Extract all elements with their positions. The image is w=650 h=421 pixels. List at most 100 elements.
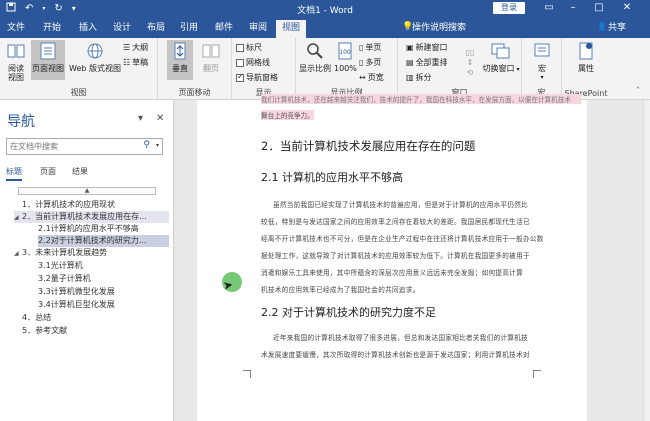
zoom-button[interactable]: 显示比例 (298, 42, 332, 73)
nav-tab-headings[interactable]: 标题 (6, 166, 22, 181)
arrange-all-icon: ▤ (406, 58, 414, 67)
web-layout-button[interactable]: Web 版式视图 (68, 42, 122, 73)
nav-heading-item[interactable]: 1．计算机技术的应用现状 (14, 199, 169, 211)
doc-paragraph-line: 据处理工作，这就导致了对计算机技术的应用效率较为低下。计算机在我国更多的被用于 (261, 252, 530, 260)
outline-icon: ☰ (123, 43, 131, 52)
doc-paragraph-fragment: 舞台上的竞争力。 (261, 110, 314, 120)
nav-search-input[interactable]: 在文档中搜索 ⚲ ▾ (6, 138, 163, 155)
arrange-all-button[interactable]: ▤ 全部重排 (406, 58, 448, 68)
nav-heading-item[interactable]: ◢ 3．未来计算机发展趋势 (14, 247, 169, 259)
gridlines-check-icon[interactable] (236, 59, 244, 67)
undo-dropdown-icon[interactable]: ▾ (42, 5, 45, 12)
ribbon: 阅读视图 页面视图 Web 版式视图 ☰ 大纲 ☷ 草稿 视图 垂直 翻页 页面… (0, 38, 650, 100)
nav-pane-checkbox[interactable]: 导航窗格 (236, 72, 278, 83)
zoom-100-button[interactable]: 100 100% (334, 42, 357, 73)
collapse-triangle-icon: ◢ (14, 250, 19, 257)
collapse-ribbon-icon[interactable]: ˄ (636, 86, 640, 95)
read-mode-button[interactable]: 阅读视图 (3, 42, 29, 82)
doc-heading-2: 2．当前计算机技术发展应用在存在的问题 (261, 139, 476, 153)
page-width-button[interactable]: ↔ 页宽 (359, 73, 384, 83)
tab-references[interactable]: 引用 (175, 20, 203, 38)
nav-tab-results[interactable]: 结果 (72, 166, 88, 177)
nav-heading-item[interactable]: 5．参考文献 (14, 325, 169, 337)
reset-window-icon: ⟲ (466, 68, 474, 77)
doc-paragraph-fragment: 我们计算机技术，还在越来越关注我们，技术的提升了，我国在科技水平，在发展方面，以… (261, 94, 581, 104)
nav-heading-item[interactable]: 2.1计算机的应用水平不够高 (38, 223, 169, 235)
ruler-checkbox[interactable]: 标尺 (236, 43, 262, 53)
doc-heading-2-1: 2.1 计算机的应用水平不够高 (261, 171, 403, 184)
search-dropdown-icon[interactable]: ▾ (156, 142, 159, 149)
macros-button[interactable]: 宏 ▾ (530, 42, 554, 82)
tab-layout[interactable]: 布局 (142, 20, 170, 38)
tab-home[interactable]: 开始 (38, 20, 66, 38)
side-to-side-button[interactable]: 翻页 (198, 42, 224, 73)
margin-corner-mark (533, 370, 541, 378)
macros-icon (530, 42, 554, 62)
nav-heading-item[interactable]: ◢ 2．当前计算机技术发展应用在存... (14, 211, 169, 223)
undo-icon[interactable]: ↶ (25, 3, 33, 14)
ribbon-display-options-icon[interactable]: ▭ (538, 0, 560, 17)
doc-paragraph-line: 虽然当前我国已经实现了计算机技术的普遍应用，但是对于计算机的应用水平仍然比 (273, 201, 529, 209)
group-window: ▣ 新建窗口 ▤ 全部重排 ▥ 拆分 ▯▯ ⇕ ⟲ 切换窗口 ▾ 窗口 (398, 38, 522, 100)
document-page[interactable]: 我们计算机技术，还在越来越关注我们，技术的提升了，我国在科技水平，在发展方面，以… (197, 94, 587, 421)
tab-insert[interactable]: 插入 (74, 20, 102, 38)
collapse-triangle-icon: ◢ (14, 214, 19, 221)
nav-heading-item[interactable]: 3.4计算机巨型化发展 (38, 299, 169, 311)
new-window-button[interactable]: ▣ 新建窗口 (406, 43, 448, 53)
side-by-side-tools[interactable]: ▯▯ ⇕ ⟲ (464, 48, 476, 78)
share-button[interactable]: 共享 (608, 20, 626, 36)
split-button[interactable]: ▥ 拆分 (406, 73, 432, 83)
nav-heading-item[interactable]: 4．总结 (14, 312, 169, 324)
group-sharepoint: 属性 SharePoint (562, 38, 610, 100)
margin-corner-mark (243, 370, 251, 378)
outline-button[interactable]: ☰ 大纲 (123, 43, 148, 53)
tab-design[interactable]: 设计 (108, 20, 136, 38)
tell-me-search[interactable]: 操作说明搜索 (412, 20, 466, 36)
tab-file[interactable]: 文件 (2, 20, 30, 38)
magnifier-icon (298, 42, 332, 62)
redo-icon[interactable]: ↻ (54, 3, 62, 14)
group-view-label: 视图 (70, 88, 87, 97)
nav-heading-item[interactable]: 3.1光计算机 (38, 260, 169, 272)
login-button[interactable]: 登录 (493, 2, 525, 14)
customize-icon[interactable]: ▾ (72, 4, 76, 13)
save-icon[interactable] (6, 2, 16, 15)
maximize-icon[interactable]: □ (588, 0, 610, 17)
multiple-pages-icon: ▯ (359, 58, 364, 67)
draft-icon: ☷ (123, 58, 131, 67)
minimize-icon[interactable]: – (562, 0, 584, 17)
nav-heading-item[interactable]: 3.3计算机微型化发展 (38, 286, 169, 298)
group-macros: 宏 ▾ 宏 (522, 38, 562, 100)
one-page-button[interactable]: ▯ 单页 (359, 43, 381, 53)
title-bar: ↶ ▾ ↻ ▾ 文档1 - Word 登录 ▭ – □ ✕ (0, 0, 650, 17)
properties-button[interactable]: 属性 (574, 42, 598, 73)
ruler-check-icon[interactable] (236, 44, 244, 52)
switch-windows-button[interactable]: 切换窗口 ▾ (482, 42, 520, 74)
tab-mailings[interactable]: 邮件 (210, 20, 238, 38)
tab-view[interactable]: 视图 (276, 20, 306, 38)
nav-heading-item[interactable]: 2.2对于计算机技术的研究力... (38, 235, 169, 247)
nav-pane-check-icon[interactable] (236, 72, 244, 82)
doc-paragraph-line: 术发展速度要缓慢，其次所取得的计算机技术创新也是源于发达国家；利用计算机技术对 (261, 351, 530, 359)
nav-pane-options-icon[interactable]: ▾ (138, 113, 143, 124)
page-width-icon: ↔ (359, 73, 366, 82)
close-icon[interactable]: ✕ (616, 0, 638, 17)
search-icon[interactable]: ⚲ (143, 140, 150, 150)
nav-scroll-up-icon[interactable]: ▲ (18, 187, 156, 195)
print-layout-button[interactable]: 页面视图 (31, 40, 65, 80)
navigation-pane: 导航 ▾ ✕ 在文档中搜索 ⚲ ▾ 标题 页面 结果 ▲ 1．计算机技术的应用现… (0, 100, 174, 421)
draft-button[interactable]: ☷ 草稿 (123, 58, 148, 68)
nav-tab-pages[interactable]: 页面 (40, 166, 56, 177)
doc-paragraph-line: 较低，特别是与发达国家之间的应用效率之间存在着较大的差距。我国居民都现代生活已 (261, 218, 530, 226)
multiple-pages-button[interactable]: ▯ 多页 (359, 58, 381, 68)
vertical-scrollbar[interactable] (643, 100, 650, 421)
mouse-pointer-icon: ➤ (221, 277, 235, 293)
split-icon: ▥ (406, 73, 414, 82)
tab-review[interactable]: 审阅 (244, 20, 272, 38)
gridlines-checkbox[interactable]: 网格线 (236, 58, 270, 68)
vertical-button[interactable]: 垂直 (167, 40, 193, 80)
group-page-move: 垂直 翻页 页面移动 (158, 38, 232, 100)
nav-heading-item[interactable]: 3.2量子计算机 (38, 273, 169, 285)
nav-pane-close-icon[interactable]: ✕ (156, 113, 164, 124)
person-icon: 👤 (597, 22, 607, 31)
